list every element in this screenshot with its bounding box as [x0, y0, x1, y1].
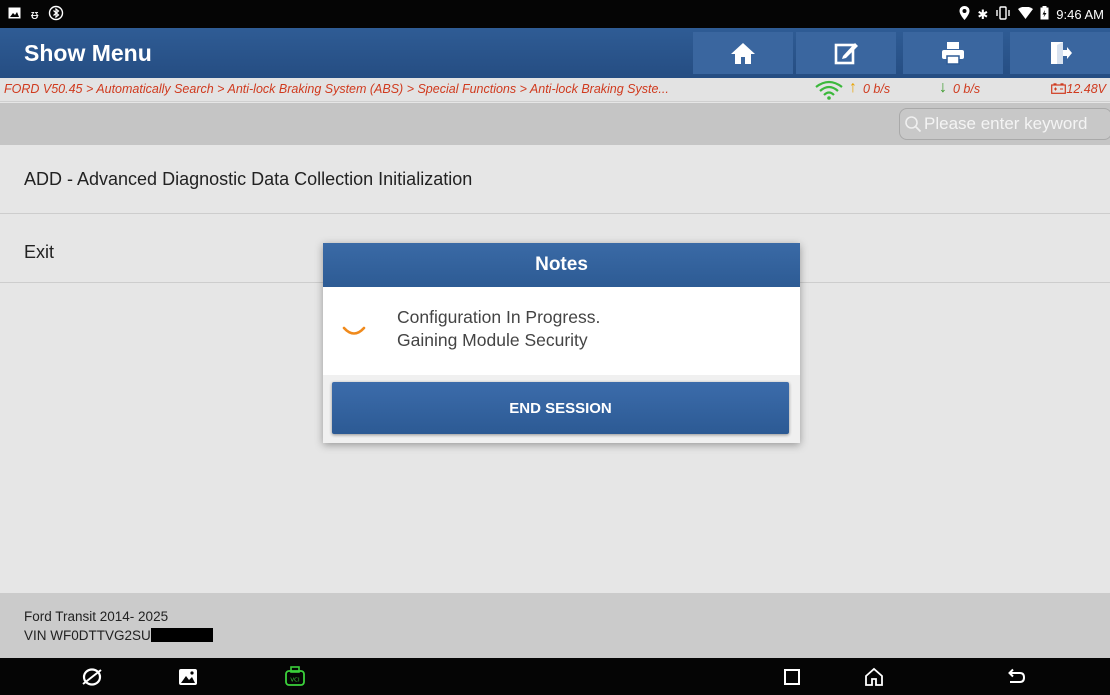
download-arrow-icon: ↓	[939, 79, 947, 96]
vibrate-icon	[995, 5, 1011, 23]
app-header: Show Menu	[0, 28, 1110, 78]
vehicle-vin: VIN WF0DTTVG2SU	[24, 626, 1110, 645]
location-icon	[959, 5, 970, 23]
gallery-notification-icon	[8, 7, 21, 22]
download-rate: 0 b/s	[953, 82, 981, 96]
dialog-title: Notes	[323, 243, 800, 287]
battery-icon	[1040, 5, 1049, 23]
menu-item-label: ADD - Advanced Diagnostic Data Collectio…	[24, 168, 473, 189]
dialog-message-line2: Gaining Module Security	[397, 330, 588, 350]
edit-report-icon	[834, 43, 858, 65]
car-battery-icon	[1051, 83, 1067, 94]
voltage-value: 12.48V	[1066, 82, 1106, 96]
upload-rate: 0 b/s	[863, 82, 891, 96]
exit-icon	[1051, 42, 1072, 64]
android-nav-bar: VCI	[0, 658, 1110, 695]
vin-redaction	[150, 628, 213, 642]
battery-voltage: 12.48V	[1051, 82, 1106, 96]
signal-icon	[814, 80, 844, 101]
recents-icon[interactable]	[780, 665, 804, 689]
menu-item-label: Exit	[24, 242, 55, 262]
bluetooth-icon: ✱	[977, 6, 989, 22]
home-icon	[731, 43, 755, 64]
vehicle-model: Ford Transit 2014- 2025	[24, 609, 169, 624]
dialog-footer: END SESSION	[323, 375, 800, 443]
print-icon	[942, 42, 964, 65]
home-button[interactable]	[693, 32, 793, 74]
edit-report-button[interactable]	[796, 32, 896, 74]
search-input[interactable]	[924, 114, 1110, 134]
vehicle-info-bar: Ford Transit 2014- 2025 VIN WF0DTTVG2SU	[0, 593, 1110, 658]
vci-icon[interactable]: VCI	[283, 665, 307, 689]
dialog-message-line1: Configuration In Progress.	[397, 307, 601, 327]
gallery-icon[interactable]	[176, 665, 200, 689]
upload-arrow-icon: ↑	[849, 79, 857, 96]
search-icon	[905, 116, 922, 133]
print-button[interactable]	[903, 32, 1003, 74]
android-status-bar: ᵿ ✱ 9:46 AM	[0, 0, 1110, 28]
status-left-icons: ᵿ	[8, 5, 64, 24]
end-session-button[interactable]: END SESSION	[332, 382, 789, 434]
dialog-body: Configuration In Progress. Gaining Modul…	[323, 287, 800, 375]
vin-text: VIN WF0DTTVG2SU	[24, 628, 151, 643]
svg-text:VCI: VCI	[290, 678, 300, 684]
exit-button[interactable]	[1010, 32, 1110, 74]
search-box[interactable]	[899, 108, 1110, 140]
page-title: Show Menu	[24, 40, 152, 66]
clock: 9:46 AM	[1056, 6, 1104, 22]
status-right-icons: ✱ 9:46 AM	[959, 5, 1104, 23]
notes-dialog: Notes Configuration In Progress. Gaining…	[323, 243, 800, 443]
loading-spinner-icon	[342, 326, 366, 335]
breadcrumb-bar: FORD V50.45 > Automatically Search > Ant…	[0, 78, 1110, 102]
dialog-message: Configuration In Progress. Gaining Modul…	[397, 306, 600, 352]
bluetooth-tether-icon	[48, 5, 64, 24]
wifi-icon	[1018, 6, 1034, 22]
browser-icon[interactable]	[80, 665, 104, 689]
breadcrumb: FORD V50.45 > Automatically Search > Ant…	[4, 82, 669, 96]
menu-item-add-initialization[interactable]: ADD - Advanced Diagnostic Data Collectio…	[0, 145, 1110, 214]
usb-debug-icon: ᵿ	[31, 6, 39, 22]
home-nav-icon[interactable]	[862, 665, 886, 689]
back-icon[interactable]	[1004, 665, 1028, 689]
search-row	[0, 103, 1110, 145]
